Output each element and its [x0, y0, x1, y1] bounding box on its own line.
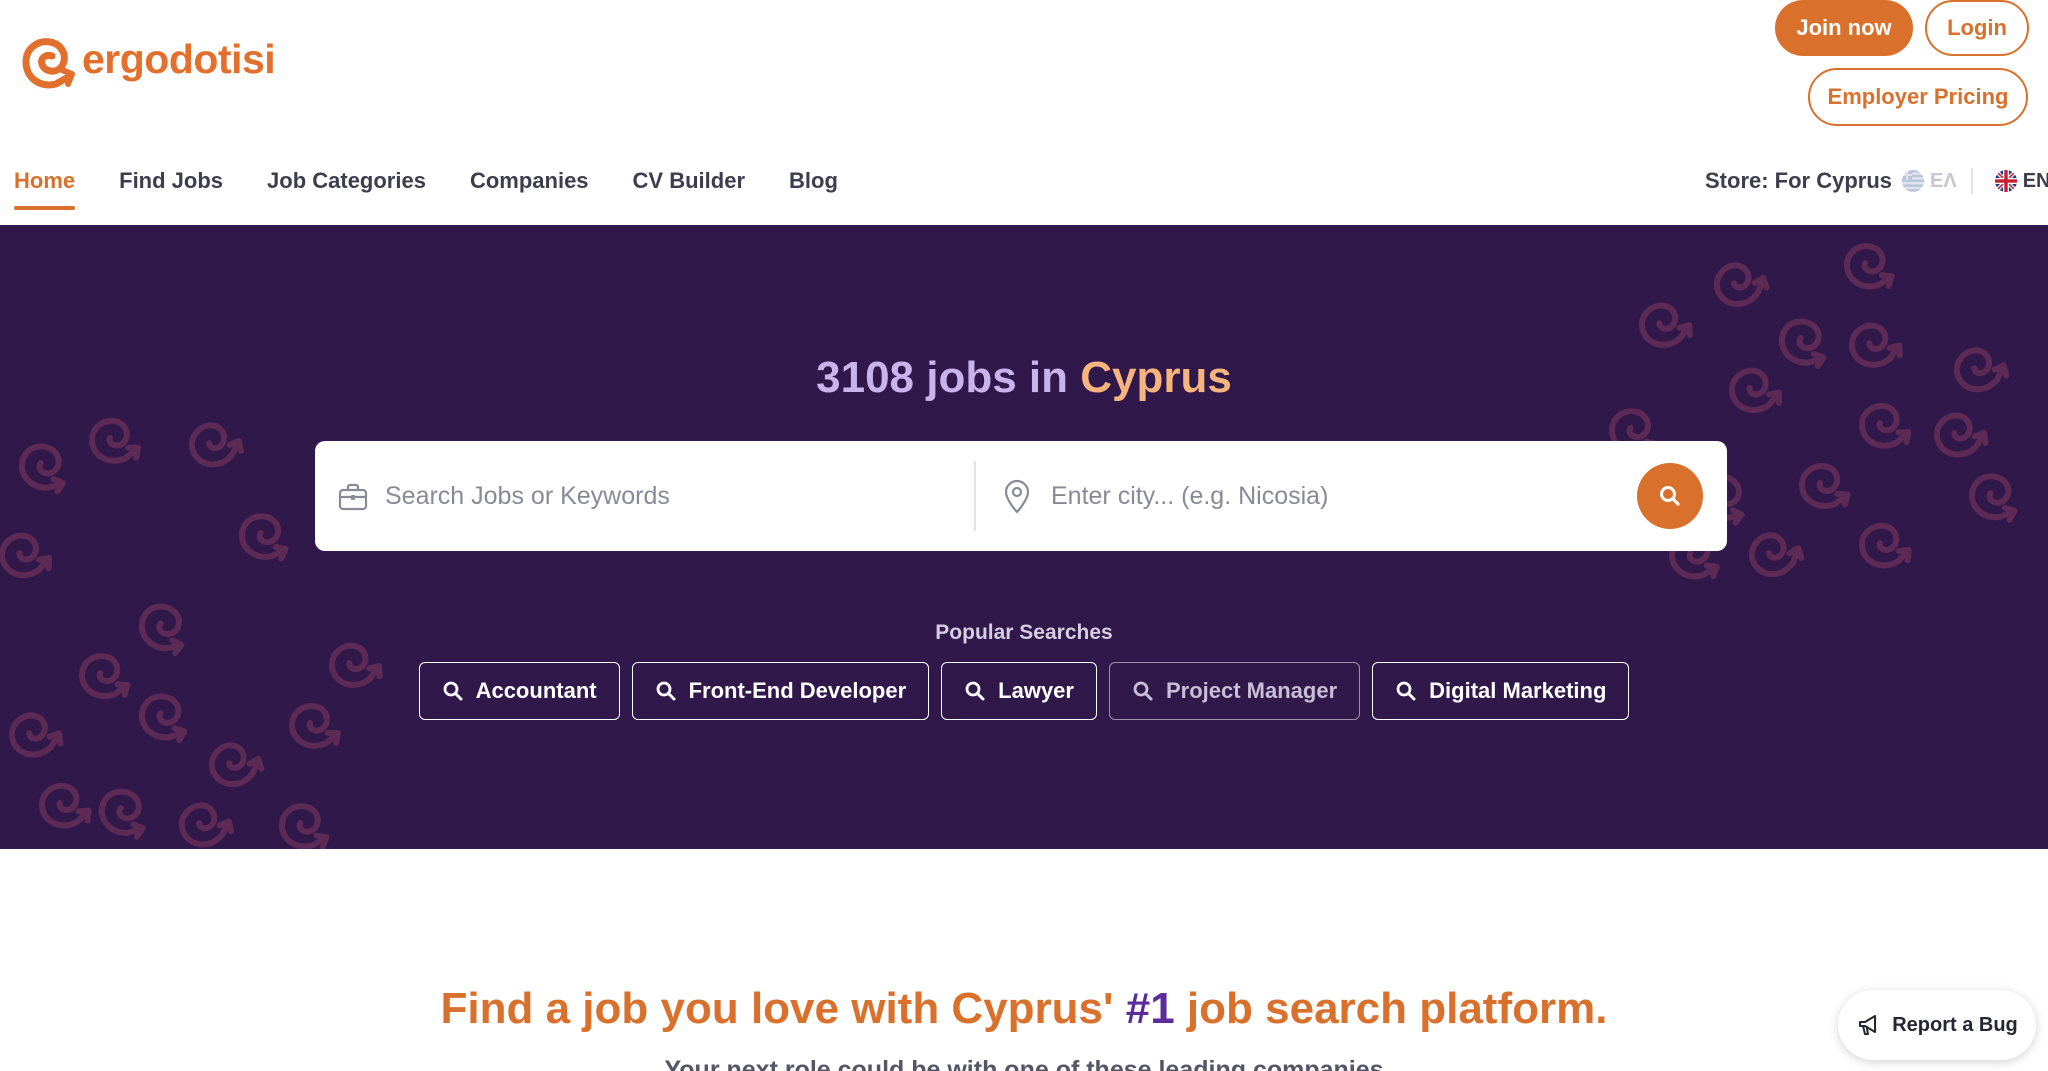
popular-search-front-end-developer[interactable]: Front-End Developer	[631, 662, 930, 720]
popular-search-project-manager[interactable]: Project Manager	[1108, 662, 1361, 720]
popular-search-label: Lawyer	[998, 678, 1074, 703]
nav-item-find-jobs[interactable]: Find Jobs	[119, 168, 223, 194]
hero-section: 3108 jobs in Cyprus Popular Searches Acc…	[0, 225, 2048, 849]
language-option-greek[interactable]: EΛ	[1902, 170, 1957, 193]
briefcase-icon	[338, 483, 368, 511]
section-tagline: Find a job you love with Cyprus' #1 job …	[0, 984, 2048, 1034]
search-icon	[443, 681, 463, 701]
city-input[interactable]	[1051, 469, 1611, 523]
greek-flag-icon	[1902, 170, 1925, 192]
site-header: ergodotisi Join now Login Employer Prici…	[0, 0, 2048, 225]
popular-search-lawyer[interactable]: Lawyer	[941, 662, 1097, 720]
employer-pricing-button[interactable]: Employer Pricing	[1808, 68, 2028, 126]
nav-item-companies[interactable]: Companies	[470, 168, 589, 194]
logo-swirl-icon	[22, 38, 75, 89]
nav-item-home[interactable]: Home	[14, 168, 76, 210]
nav-item-job-categories[interactable]: Job Categories	[267, 168, 426, 194]
search-submit-button[interactable]	[1637, 463, 1703, 529]
language-code-en: EN	[2022, 169, 2048, 192]
section-subtagline: Your next role could be with one of thes…	[664, 1056, 1384, 1071]
nav-item-blog[interactable]: Blog	[789, 168, 838, 194]
popular-search-label: Front-End Developer	[688, 678, 907, 703]
nav-item-cv-builder[interactable]: CV Builder	[633, 168, 745, 194]
report-bug-label: Report a Bug	[1892, 1013, 2018, 1036]
location-pin-icon	[1004, 479, 1030, 514]
hero-title-count: 3108 jobs in	[816, 353, 1069, 402]
store-label: Store: For Cyprus	[1705, 168, 1893, 193]
popular-search-digital-marketing[interactable]: Digital Marketing	[1372, 662, 1630, 720]
job-search-bar	[315, 441, 1727, 551]
language-code-el: EΛ	[1930, 169, 1957, 192]
logo-wordmark: ergodotisi	[82, 35, 276, 82]
popular-search-accountant[interactable]: Accountant	[418, 662, 620, 720]
report-bug-button[interactable]: Report a Bug	[1838, 990, 2036, 1060]
language-option-english[interactable]: EN	[1994, 169, 2048, 193]
tagline-text-before: Find a job you love with Cyprus'	[440, 984, 1114, 1033]
search-icon	[1660, 486, 1680, 506]
search-divider	[974, 461, 976, 531]
tagline-number: #1	[1125, 984, 1175, 1033]
main-nav: Home Find Jobs Job Categories Companies …	[14, 164, 882, 210]
search-icon	[1396, 681, 1416, 701]
popular-searches-label: Popular Searches	[935, 621, 1113, 644]
popular-search-label: Accountant	[475, 678, 597, 703]
join-now-button[interactable]: Join now	[1775, 0, 1913, 56]
search-icon	[965, 681, 985, 701]
uk-flag-icon	[1994, 170, 2017, 192]
site-logo[interactable]: ergodotisi	[14, 32, 276, 94]
popular-search-label: Project Manager	[1165, 678, 1338, 703]
login-button[interactable]: Login	[1925, 0, 2029, 56]
popular-search-label: Digital Marketing	[1429, 678, 1607, 703]
search-icon	[1133, 681, 1153, 701]
job-keyword-input[interactable]	[385, 469, 945, 523]
megaphone-icon	[1859, 1015, 1877, 1035]
language-divider	[1970, 168, 1973, 194]
hero-title-place: Cyprus	[1080, 353, 1232, 402]
store-selector: Store: For Cyprus EΛ EN	[1705, 164, 2048, 198]
hero-title: 3108 jobs in Cyprus	[0, 353, 2048, 403]
tagline-text-after: job search platform.	[1186, 984, 1608, 1033]
popular-searches-list: Accountant Front-End Developer Lawyer Pr…	[0, 662, 2048, 720]
search-icon	[656, 681, 676, 701]
